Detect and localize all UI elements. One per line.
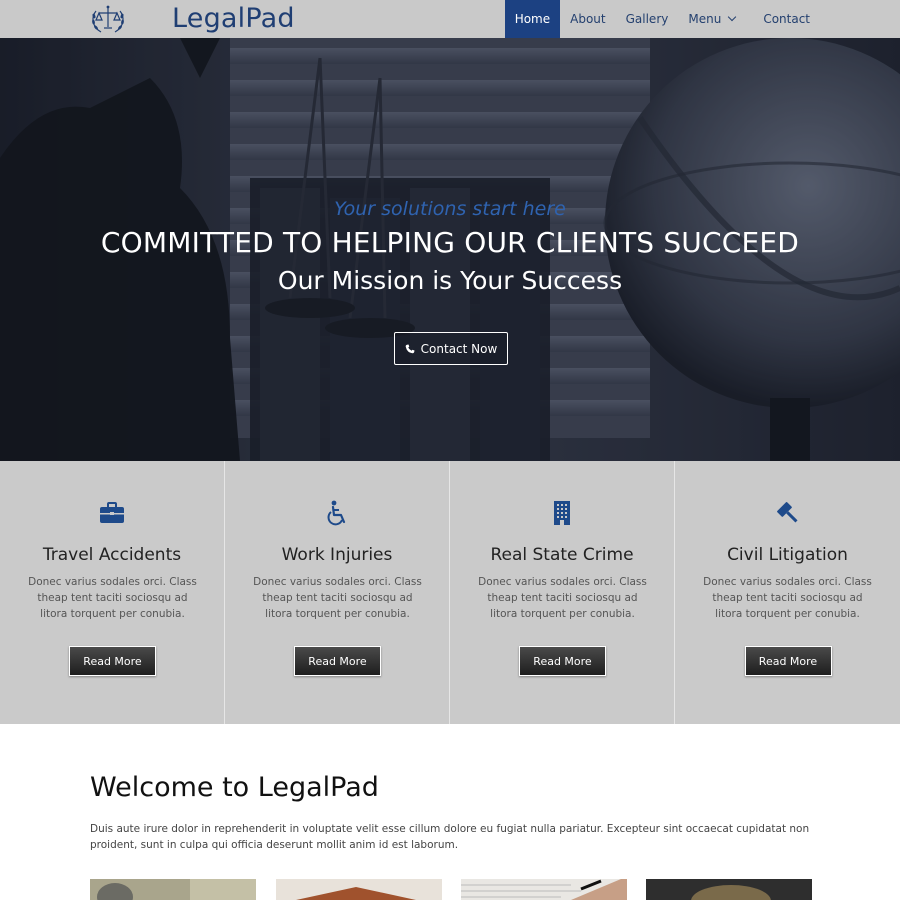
service-title: Travel Accidents [42,545,182,565]
read-more-button[interactable]: Read More [294,646,381,676]
services-section: Travel Accidents Donec varius sodales or… [0,461,900,724]
hero-subtitle: Our Mission is Your Success [277,266,623,295]
service-description: Donec varius sodales orci. Class theap t… [703,576,872,620]
service-description: Donec varius sodales orci. Class theap t… [28,576,197,620]
phone-icon [405,344,415,353]
gallery-thumbnail[interactable] [90,879,256,900]
nav-menu-label: Menu [688,12,722,26]
gallery-thumbnails [90,879,812,900]
nav-home[interactable]: Home [504,0,561,38]
nav-contact[interactable]: Contact [753,0,900,38]
nav-contact-label: Contact [763,12,810,26]
service-description: Donec varius sodales orci. Class theap t… [253,576,422,620]
service-description: Donec varius sodales orci. Class theap t… [478,576,647,620]
building-icon [554,501,570,525]
hero-banner: Your solutions start here COMMITTED TO H… [0,38,900,461]
main-nav: Home About Gallery Menu Contact [504,0,900,38]
gallery-thumbnail[interactable] [461,879,627,900]
read-more-button[interactable]: Read More [744,646,832,676]
service-title: Civil Litigation [727,545,848,565]
site-header: LegalPad Home About Gallery Menu Contact [0,0,900,38]
read-more-button[interactable]: Read More [69,646,156,676]
nav-about-label: About [570,12,606,26]
service-card: Work Injuries Donec varius sodales orci.… [225,461,450,724]
service-card: Civil Litigation Donec varius sodales or… [675,461,900,724]
service-card: Travel Accidents Donec varius sodales or… [0,461,225,724]
chevron-down-icon [728,12,737,22]
hero-tagline: Your solutions start here [334,198,566,220]
service-title: Work Injuries [281,545,393,565]
welcome-title: Welcome to LegalPad [90,772,379,803]
briefcase-icon [100,502,124,523]
wheelchair-icon [327,500,346,526]
gallery-thumbnail[interactable] [646,879,812,900]
service-title: Real State Crime [490,545,634,565]
welcome-text: Duis aute irure dolor in reprehenderit i… [90,823,810,851]
scales-laurel-icon[interactable] [88,3,128,35]
nav-gallery[interactable]: Gallery [616,0,679,38]
contact-now-button[interactable]: Contact Now [394,332,508,365]
gavel-icon [776,502,798,523]
nav-about[interactable]: About [560,0,615,38]
service-card: Real State Crime Donec varius sodales or… [450,461,675,724]
brand-name[interactable]: LegalPad [172,2,295,36]
nav-menu[interactable]: Menu [678,0,753,38]
contact-now-label: Contact Now [420,341,498,356]
nav-home-label: Home [514,12,551,26]
read-more-button[interactable]: Read More [519,646,606,676]
hero-title: COMMITTED TO HELPING OUR CLIENTS SUCCEED [100,226,800,259]
gallery-thumbnail[interactable] [276,879,442,900]
nav-gallery-label: Gallery [625,12,669,26]
